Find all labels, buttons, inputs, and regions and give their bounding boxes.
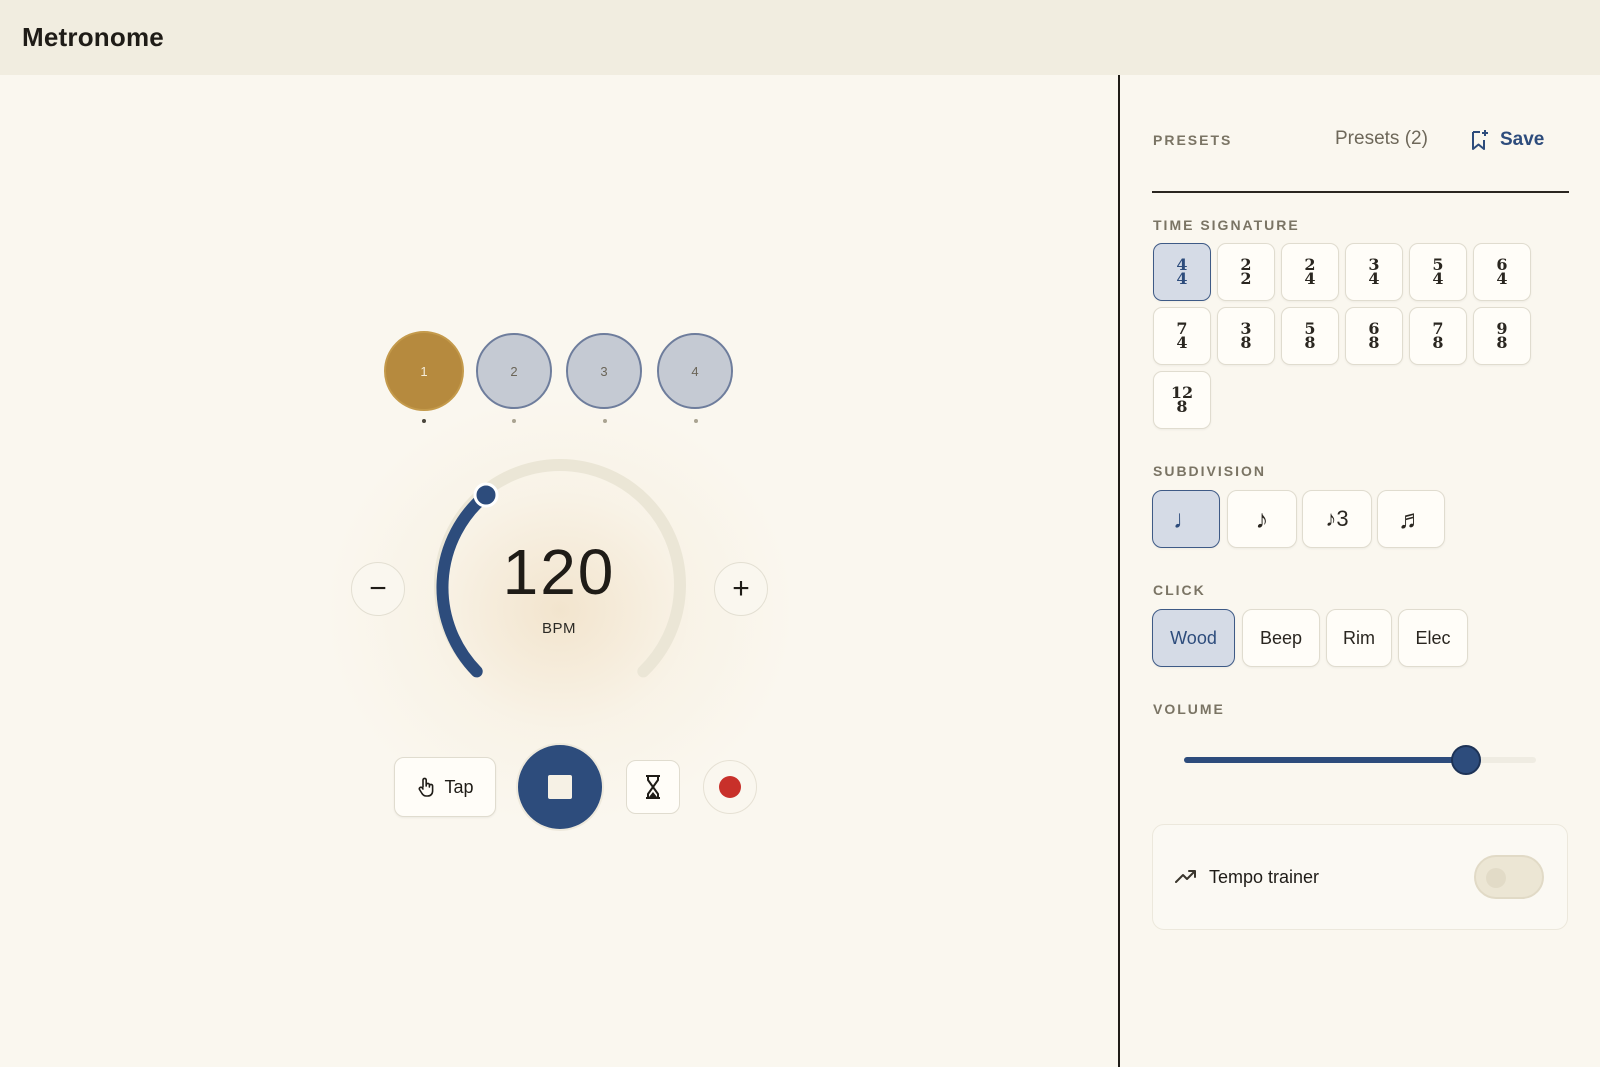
subdivision-heading: SUBDIVISION xyxy=(1153,463,1267,479)
trending-up-icon xyxy=(1175,870,1196,883)
tempo-trainer-card: Tempo trainer xyxy=(1152,824,1568,930)
tempo-trainer-toggle[interactable] xyxy=(1474,855,1544,899)
settings-sidebar: PRESETS Presets (2) Save TIME SIGNATURE … xyxy=(1120,75,1600,1067)
ts-denominator: 8 xyxy=(1432,333,1444,352)
time-signature-option[interactable]: 58 xyxy=(1281,307,1339,365)
click-sound-wood[interactable]: Wood xyxy=(1152,609,1235,667)
time-signature-option[interactable]: 24 xyxy=(1281,243,1339,301)
ts-denominator: 4 xyxy=(1176,333,1188,352)
ts-denominator: 4 xyxy=(1176,269,1188,288)
save-preset-button[interactable]: Save xyxy=(1470,125,1544,155)
quarter-note-icon: ♩ xyxy=(1173,503,1199,534)
click-sound-beep[interactable]: Beep xyxy=(1242,609,1320,667)
beat-label: 3 xyxy=(600,363,608,379)
time-signature-option[interactable]: 78 xyxy=(1409,307,1467,365)
toggle-knob xyxy=(1486,868,1506,888)
time-signature-option[interactable]: 22 xyxy=(1217,243,1275,301)
bpm-unit: BPM xyxy=(541,620,576,637)
beat-dot-2 xyxy=(512,419,516,423)
volume-slider-thumb[interactable] xyxy=(1450,745,1481,775)
minus-icon: − xyxy=(369,572,387,605)
hourglass-icon xyxy=(646,775,660,799)
record-icon xyxy=(719,776,741,798)
time-signature-heading: TIME SIGNATURE xyxy=(1153,217,1300,233)
eighth-note-icon: ♪ xyxy=(1255,503,1269,534)
ts-denominator: 8 xyxy=(1304,333,1316,352)
top-bar: Metronome xyxy=(0,0,1600,75)
sixteenth-note-icon: ♬ xyxy=(1398,503,1424,534)
ts-denominator: 4 xyxy=(1304,269,1316,288)
subdivision-triplet-button[interactable]: ♪3 xyxy=(1302,490,1372,548)
time-signature-option[interactable]: 74 xyxy=(1153,307,1211,365)
ts-denominator: 4 xyxy=(1432,269,1444,288)
bpm-value: 120 xyxy=(502,536,616,608)
plus-icon: + xyxy=(732,572,750,605)
volume-slider-fill xyxy=(1184,757,1466,763)
beat-indicator-2[interactable]: 2 xyxy=(476,333,552,409)
tap-tempo-button[interactable]: Tap xyxy=(394,757,496,817)
app-title: Metronome xyxy=(22,22,164,52)
time-signature-option[interactable]: 34 xyxy=(1345,243,1403,301)
time-signature-option[interactable]: 38 xyxy=(1217,307,1275,365)
time-signature-option[interactable]: 98 xyxy=(1473,307,1531,365)
record-button[interactable] xyxy=(703,760,757,814)
beat-indicator-3[interactable]: 3 xyxy=(566,333,642,409)
decrease-tempo-button[interactable]: − xyxy=(351,562,405,616)
ts-denominator: 8 xyxy=(1240,333,1252,352)
time-signature-option[interactable]: 44 xyxy=(1153,243,1211,301)
time-signature-option[interactable]: 64 xyxy=(1473,243,1531,301)
click-sound-label: Elec xyxy=(1415,627,1451,648)
beat-dot-1 xyxy=(422,419,426,423)
subdivision-eighth-button[interactable]: ♪ xyxy=(1227,490,1297,548)
volume-heading: VOLUME xyxy=(1153,701,1225,717)
bookmark-add-icon xyxy=(1472,130,1488,150)
beat-label: 2 xyxy=(510,363,518,379)
stop-icon xyxy=(548,775,572,799)
click-sound-label: Rim xyxy=(1343,627,1375,648)
ts-denominator: 8 xyxy=(1368,333,1380,352)
subdivision-sixteenth-button[interactable]: ♬ xyxy=(1377,490,1445,548)
volume-slider[interactable] xyxy=(1184,745,1536,775)
beat-indicator-1[interactable]: 1 xyxy=(384,331,464,411)
presets-heading: PRESETS xyxy=(1153,132,1233,148)
beat-indicator-4[interactable]: 4 xyxy=(657,333,733,409)
timer-button[interactable] xyxy=(626,760,680,814)
tap-label: Tap xyxy=(444,776,474,797)
beat-label: 1 xyxy=(420,363,428,379)
time-signature-option[interactable]: 68 xyxy=(1345,307,1403,365)
time-signature-option[interactable]: 54 xyxy=(1409,243,1467,301)
subdivision-quarter-button[interactable]: ♩ xyxy=(1152,490,1220,548)
increase-tempo-button[interactable]: + xyxy=(714,562,768,616)
ts-denominator: 2 xyxy=(1240,269,1252,288)
triplet-icon: ♪3 xyxy=(1325,506,1349,531)
beat-label: 4 xyxy=(691,363,699,379)
presets-divider xyxy=(1152,191,1569,193)
ts-denominator: 4 xyxy=(1496,269,1508,288)
click-heading: CLICK xyxy=(1153,582,1206,598)
hand-pointer-icon xyxy=(419,777,434,797)
click-sound-rim[interactable]: Rim xyxy=(1326,609,1392,667)
tempo-trainer-label: Tempo trainer xyxy=(1209,867,1320,887)
ts-denominator: 8 xyxy=(1176,397,1188,416)
beat-dot-3 xyxy=(603,419,607,423)
beat-dot-4 xyxy=(694,419,698,423)
click-sound-label: Beep xyxy=(1259,627,1303,648)
time-signature-option[interactable]: 12 8 xyxy=(1153,371,1211,429)
stop-button[interactable] xyxy=(516,743,604,831)
presets-dropdown[interactable]: Presets (2) xyxy=(1335,128,1428,150)
ts-denominator: 4 xyxy=(1368,269,1380,288)
ts-denominator: 8 xyxy=(1496,333,1508,352)
click-sound-elec[interactable]: Elec xyxy=(1398,609,1468,667)
tempo-dial-handle[interactable] xyxy=(473,482,499,508)
save-label: Save xyxy=(1500,129,1545,150)
click-sound-label: Wood xyxy=(1170,627,1217,648)
